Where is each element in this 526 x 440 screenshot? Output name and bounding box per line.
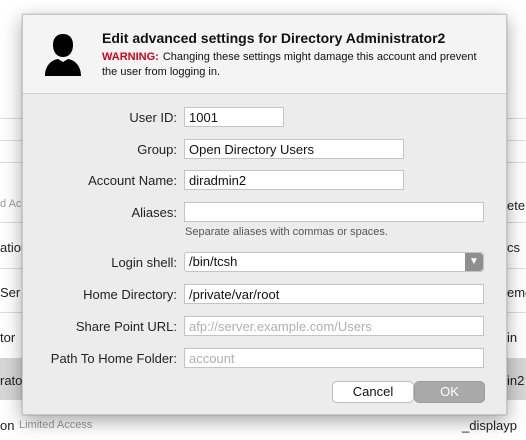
- path-to-home-row: Path To Home Folder:: [23, 348, 506, 370]
- aliases-row: Aliases: Separate aliases with commas or…: [23, 202, 506, 242]
- path-to-home-label: Path To Home Folder:: [50, 351, 177, 366]
- aliases-field[interactable]: [184, 202, 484, 222]
- account-name-row: Account Name:: [23, 170, 506, 192]
- ok-button[interactable]: OK: [414, 381, 485, 403]
- dialog-header: Edit advanced settings for Directory Adm…: [23, 15, 506, 94]
- list-item[interactable]: on: [0, 418, 14, 433]
- login-shell-select[interactable]: /bin/tcsh ▼: [184, 252, 484, 272]
- list-item: in: [507, 330, 518, 345]
- share-point-url-label: Share Point URL:: [75, 319, 177, 334]
- aliases-hint: Separate aliases with commas or spaces.: [185, 226, 388, 238]
- advanced-settings-dialog: Edit advanced settings for Directory Adm…: [22, 14, 507, 415]
- login-shell-label: Login shell:: [111, 255, 177, 270]
- warning-label: WARNING:: [102, 51, 159, 63]
- aliases-label: Aliases:: [131, 205, 177, 220]
- account-name-label: Account Name:: [88, 173, 177, 188]
- list-item: emg: [507, 285, 526, 300]
- user-id-label: User ID:: [129, 110, 177, 125]
- share-point-url-row: Share Point URL:: [23, 316, 506, 338]
- cancel-button[interactable]: Cancel: [332, 381, 414, 403]
- home-directory-field[interactable]: [184, 284, 484, 304]
- group-field[interactable]: [184, 139, 404, 159]
- chevron-down-icon[interactable]: ▼: [465, 253, 483, 271]
- home-directory-row: Home Directory:: [23, 284, 506, 306]
- list-item[interactable]: Ser: [0, 285, 20, 300]
- user-silhouette-icon: [45, 34, 81, 76]
- login-shell-row: Login shell: /bin/tcsh ▼: [23, 252, 506, 274]
- list-item: ete: [507, 198, 526, 213]
- user-id-field[interactable]: [184, 107, 284, 127]
- share-point-url-field[interactable]: [184, 316, 484, 336]
- list-item[interactable]: tor: [0, 330, 15, 345]
- warning-message: WARNING: Changing these settings might da…: [102, 50, 487, 80]
- group-row: Group:: [23, 139, 506, 161]
- list-item: _displayp: [462, 418, 517, 433]
- path-to-home-field[interactable]: [184, 348, 484, 368]
- access-level: Limited Access: [19, 419, 93, 431]
- group-label: Group:: [137, 142, 177, 157]
- login-shell-value: /bin/tcsh: [189, 254, 238, 269]
- list-item: in2: [507, 373, 525, 388]
- dialog-title: Edit advanced settings for Directory Adm…: [102, 30, 446, 46]
- user-id-row: User ID:: [23, 107, 506, 129]
- home-directory-label: Home Directory:: [83, 287, 177, 302]
- list-item: d Ac: [0, 198, 22, 210]
- list-item: cs: [507, 240, 520, 255]
- account-name-field[interactable]: [184, 170, 404, 190]
